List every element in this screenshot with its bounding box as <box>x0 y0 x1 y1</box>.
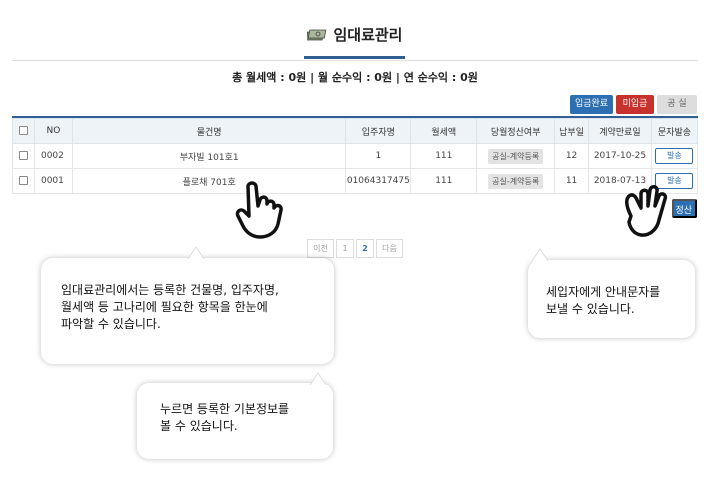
page-header: 임대료관리 <box>0 24 710 46</box>
pagination-page-current[interactable]: 2 <box>356 239 374 258</box>
row-status-cell: 공실-계약등록 <box>476 168 556 194</box>
money-icon <box>306 28 327 41</box>
rent-table: NO 물건명 입주자명 월세액 당월정산여부 납부일 계약만료일 문자발송 00… <box>12 118 699 194</box>
col-tenant: 입주자명 <box>345 118 412 144</box>
pointing-hand-icon <box>235 181 283 239</box>
row-select-cell <box>12 143 35 169</box>
col-status: 당월정산여부 <box>476 118 556 144</box>
callout-sms: 세입자에게 안내문자를 보낼 수 있습니다. <box>528 260 695 338</box>
unpaid-button[interactable]: 미입금 <box>616 95 654 114</box>
paid-button[interactable]: 입금완료 <box>570 95 613 114</box>
col-rent: 월세액 <box>410 118 478 144</box>
row-sms-cell: 발송 <box>650 143 699 169</box>
row-tenant: 01064317475 <box>345 168 412 194</box>
send-sms-button[interactable]: 발송 <box>655 148 694 164</box>
callout-line: 세입자에게 안내문자를 <box>546 285 661 299</box>
callout-line: 임대료관리에서는 등록한 건물명, 입주자명, <box>61 283 279 297</box>
callout-tail <box>531 248 549 262</box>
table-header-row: NO 물건명 입주자명 월세액 당월정산여부 납부일 계약만료일 문자발송 <box>12 118 699 144</box>
row-pay-day: 11 <box>554 168 590 194</box>
col-pay-day: 납부일 <box>554 118 590 144</box>
callout-line: 보낼 수 있습니다. <box>546 302 635 316</box>
row-rent: 111 <box>410 168 478 194</box>
row-tenant: 1 <box>345 143 412 169</box>
pagination-prev[interactable]: 이전 <box>307 239 334 258</box>
summary-text: 총 월세액 : 0원 | 월 순수익 : 0원 | 연 순수익 : 0원 <box>232 71 478 84</box>
callout-line: 볼 수 있습니다. <box>160 419 238 433</box>
callout-line: 파악할 수 있습니다. <box>61 317 161 331</box>
pointing-hand-icon <box>625 185 668 237</box>
row-select-cell <box>12 168 35 194</box>
status-badge: 공실-계약등록 <box>488 173 544 189</box>
callout-line: 누르면 등록한 기본정보를 <box>160 402 290 416</box>
divider <box>12 60 698 61</box>
select-all-checkbox[interactable] <box>18 126 28 135</box>
row-status-cell: 공실-계약등록 <box>476 143 556 169</box>
title-underline <box>304 56 405 59</box>
page-title: 임대료관리 <box>306 24 403 45</box>
row-no: 0002 <box>33 143 73 169</box>
vacant-button[interactable]: 공 실 <box>657 95 697 114</box>
pagination-next[interactable]: 다음 <box>376 239 403 258</box>
row-property[interactable]: 부자빌 101호1 <box>71 143 347 169</box>
callout-table-overview: 임대료관리에서는 등록한 건물명, 입주자명, 월세액 등 고나리에 필요한 항… <box>41 258 334 364</box>
col-property: 물건명 <box>71 118 347 144</box>
page-title-text: 임대료관리 <box>333 26 403 44</box>
callout-line: 월세액 등 고나리에 필요한 항목을 한눈에 <box>61 300 268 314</box>
row-checkbox[interactable] <box>18 151 28 160</box>
col-sms: 문자발송 <box>650 118 699 144</box>
select-all-cell <box>12 118 35 144</box>
row-expiry: 2017-10-25 <box>588 143 652 169</box>
row-no: 0001 <box>33 168 73 194</box>
callout-basic-info: 누르면 등록한 기본정보를 볼 수 있습니다. <box>137 383 333 459</box>
row-property[interactable]: 플로채 701호 <box>71 168 347 194</box>
pagination-page[interactable]: 1 <box>336 239 354 258</box>
callout-tail <box>309 372 327 386</box>
row-pay-day: 12 <box>554 143 590 169</box>
col-expiry: 계약만료일 <box>588 118 652 144</box>
table-row: 0001 플로채 701호 01064317475 111 공실-계약등록 11… <box>12 168 699 194</box>
status-badge: 공실-계약등록 <box>488 148 544 164</box>
callout-tail <box>187 246 205 260</box>
row-rent: 111 <box>410 143 478 169</box>
col-no: NO <box>33 118 73 144</box>
table-row: 0002 부자빌 101호1 1 111 공실-계약등록 12 2017-10-… <box>12 143 699 169</box>
row-checkbox[interactable] <box>18 176 28 185</box>
pagination: 이전 1 2 다음 <box>307 239 403 258</box>
